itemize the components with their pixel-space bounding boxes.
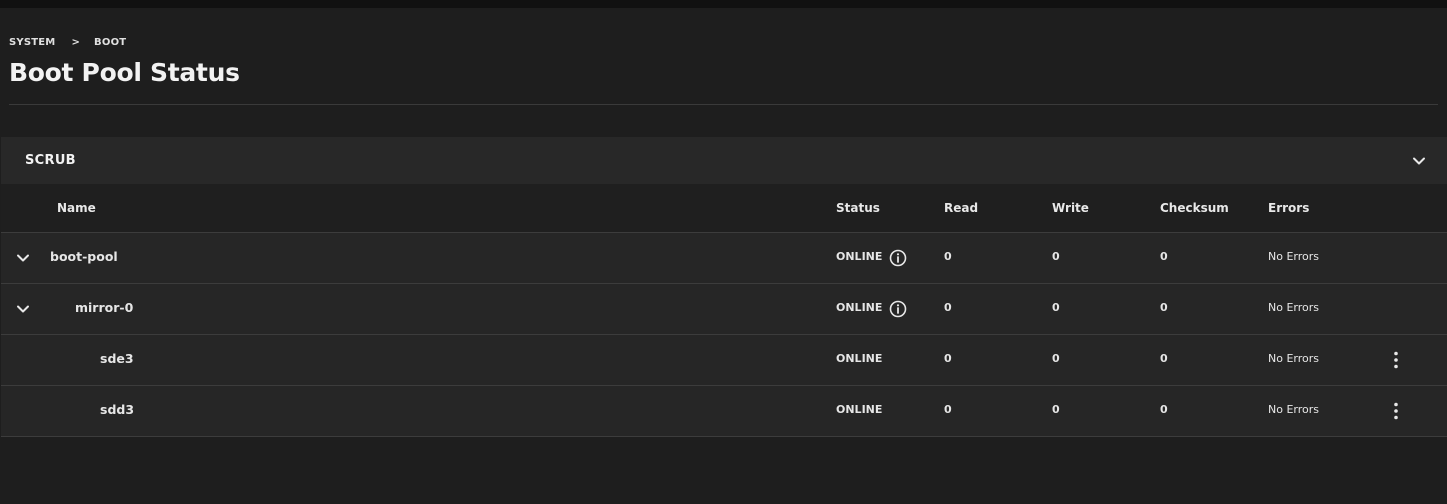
chevron-down-icon[interactable]: [15, 301, 31, 317]
row-read: 0: [944, 301, 952, 314]
boot-pool-card: SCRUB Name Status Read Write Checksum Er…: [1, 137, 1447, 437]
scrub-header[interactable]: SCRUB: [1, 137, 1447, 184]
chevron-down-icon[interactable]: [15, 250, 31, 266]
row-write: 0: [1052, 250, 1060, 263]
row-name: sde3: [100, 351, 134, 366]
row-name: boot-pool: [50, 249, 118, 264]
page-header: SYSTEM > BOOT Boot Pool Status: [9, 35, 1438, 88]
row-errors: No Errors: [1268, 301, 1319, 314]
info-icon[interactable]: [889, 300, 907, 318]
info-icon[interactable]: [889, 249, 907, 267]
row-write: 0: [1052, 403, 1060, 416]
row-status: ONLINE: [836, 403, 883, 416]
row-status: ONLINE: [836, 301, 883, 314]
column-header-read[interactable]: Read: [944, 184, 978, 232]
row-read: 0: [944, 352, 952, 365]
breadcrumb-separator: >: [71, 36, 81, 48]
column-header-name[interactable]: Name: [57, 184, 96, 232]
column-header-errors[interactable]: Errors: [1268, 184, 1309, 232]
more-vertical-icon[interactable]: [1387, 350, 1405, 370]
column-header-checksum[interactable]: Checksum: [1160, 184, 1229, 232]
column-header-status[interactable]: Status: [836, 184, 880, 232]
row-write: 0: [1052, 352, 1060, 365]
row-status: ONLINE: [836, 250, 883, 263]
row-read: 0: [944, 250, 952, 263]
chevron-down-icon[interactable]: [1411, 153, 1427, 169]
pool-table: Name Status Read Write Checksum Errors b…: [1, 184, 1447, 437]
row-name: mirror-0: [75, 300, 134, 315]
table-row[interactable]: sde3 ONLINE 0 0 0 No Errors: [1, 335, 1447, 386]
more-vertical-icon[interactable]: [1387, 401, 1405, 421]
header-divider: [9, 104, 1438, 105]
row-write: 0: [1052, 301, 1060, 314]
row-read: 0: [944, 403, 952, 416]
table-row[interactable]: mirror-0 ONLINE 0 0 0 No Errors: [1, 284, 1447, 335]
table-row[interactable]: boot-pool ONLINE 0 0 0 No Errors: [1, 233, 1447, 284]
row-errors: No Errors: [1268, 352, 1319, 365]
row-errors: No Errors: [1268, 250, 1319, 263]
breadcrumb: SYSTEM > BOOT: [9, 35, 1438, 49]
row-status: ONLINE: [836, 352, 883, 365]
breadcrumb-boot: BOOT: [94, 36, 127, 48]
page-title: Boot Pool Status: [9, 58, 240, 87]
breadcrumb-system[interactable]: SYSTEM: [9, 37, 55, 48]
row-checksum: 0: [1160, 250, 1168, 263]
table-row[interactable]: sdd3 ONLINE 0 0 0 No Errors: [1, 386, 1447, 437]
row-checksum: 0: [1160, 403, 1168, 416]
row-checksum: 0: [1160, 352, 1168, 365]
column-header-write[interactable]: Write: [1052, 184, 1089, 232]
scrub-title: SCRUB: [25, 153, 76, 168]
top-bar: [0, 0, 1447, 8]
row-name: sdd3: [100, 402, 135, 417]
table-header: Name Status Read Write Checksum Errors: [1, 184, 1447, 233]
row-errors: No Errors: [1268, 403, 1319, 416]
row-checksum: 0: [1160, 301, 1168, 314]
